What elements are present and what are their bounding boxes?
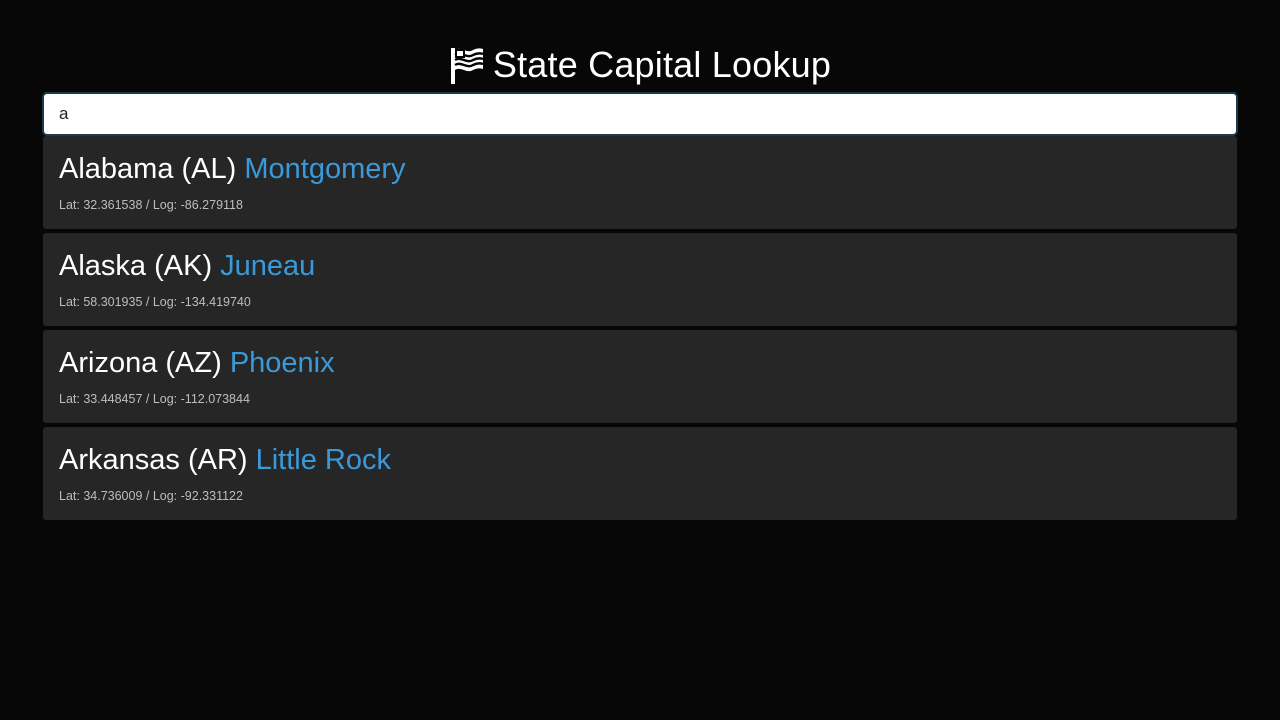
coordinates: Lat: 32.361538 / Log: -86.279118 — [59, 198, 243, 212]
result-card[interactable]: Arkansas (AR) Little Rock Lat: 34.736009… — [43, 427, 1237, 520]
page-title: State Capital Lookup — [492, 44, 832, 85]
capital-name: Phoenix — [229, 347, 335, 379]
result-card[interactable]: Alaska (AK) Juneau Lat: 58.301935 / Log:… — [43, 233, 1237, 326]
capital-name: Montgomery — [244, 153, 406, 185]
result-title: Arkansas (AR) Little Rock — [59, 441, 1221, 479]
coordinates: Lat: 33.448457 / Log: -112.073844 — [59, 392, 250, 406]
state-name: Alaska (AK) — [59, 250, 213, 282]
page-header: State Capital Lookup — [0, 40, 1280, 90]
coordinates: Lat: 34.736009 / Log: -92.331122 — [59, 489, 243, 503]
result-title: Alaska (AK) Juneau — [59, 247, 1221, 285]
result-title: Arizona (AZ) Phoenix — [59, 344, 1221, 382]
capital-name: Little Rock — [255, 444, 391, 476]
result-card[interactable]: Arizona (AZ) Phoenix Lat: 33.448457 / Lo… — [43, 330, 1237, 423]
result-title: Alabama (AL) Montgomery — [59, 150, 1221, 188]
search-input[interactable] — [42, 92, 1238, 136]
state-name: Arizona (AZ) — [59, 347, 222, 379]
capital-name: Juneau — [220, 250, 316, 282]
flag-icon — [449, 45, 485, 85]
result-card[interactable]: Alabama (AL) Montgomery Lat: 32.361538 /… — [43, 136, 1237, 229]
state-name: Arkansas (AR) — [59, 444, 248, 476]
coordinates: Lat: 58.301935 / Log: -134.419740 — [59, 295, 251, 309]
state-name: Alabama (AL) — [59, 153, 237, 185]
app-root: State Capital Lookup Alabama (AL) Montgo… — [0, 0, 1280, 720]
results-list: Alabama (AL) Montgomery Lat: 32.361538 /… — [43, 136, 1237, 524]
